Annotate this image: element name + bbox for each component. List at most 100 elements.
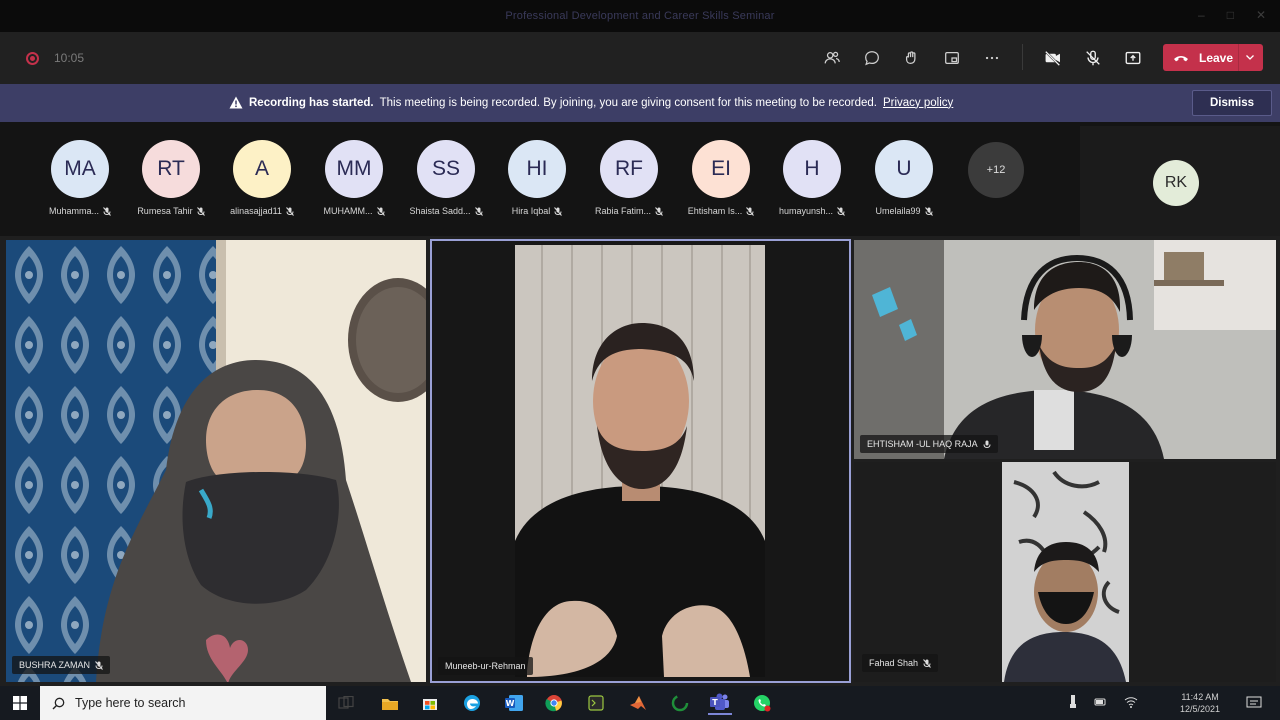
battery-icon[interactable] xyxy=(1094,695,1108,709)
participant-avatar[interactable]: EI Ehtisham Is... xyxy=(676,140,766,216)
participant-avatar[interactable]: MA Muhamma... xyxy=(35,140,125,216)
avatar-initials: SS xyxy=(417,140,475,198)
windows-logo-icon xyxy=(13,696,27,710)
camera-off-icon[interactable] xyxy=(1033,44,1073,72)
windows-start-button[interactable] xyxy=(0,686,40,720)
mic-off-icon xyxy=(95,660,103,670)
participant-name: Hira Iqbal xyxy=(492,206,582,216)
mic-off-icon[interactable] xyxy=(1073,44,1113,72)
toolbar-divider xyxy=(1022,44,1023,70)
avatar-initials: U xyxy=(875,140,933,198)
dismiss-button[interactable]: Dismiss xyxy=(1192,90,1272,116)
participant-name: Muhamma... xyxy=(35,206,125,216)
terminal-app-icon[interactable] xyxy=(584,691,608,715)
recording-banner: Recording has started. This meeting is b… xyxy=(0,84,1280,122)
svg-text:W: W xyxy=(506,699,515,708)
video-tile-center[interactable]: Muneeb-ur-Rehman xyxy=(430,239,851,683)
mic-off-icon xyxy=(837,206,845,216)
privacy-policy-link[interactable]: Privacy policy xyxy=(883,97,953,109)
window-controls: – □ ✕ xyxy=(1198,8,1266,22)
mic-off-icon xyxy=(376,206,385,216)
file-explorer-icon[interactable] xyxy=(378,691,402,715)
rooms-icon[interactable] xyxy=(932,44,972,72)
matlab-icon[interactable] xyxy=(626,691,650,715)
leave-button[interactable]: Leave xyxy=(1163,44,1263,71)
mic-off-icon xyxy=(286,206,294,216)
window-title: Professional Development and Career Skil… xyxy=(505,10,775,22)
title-bar: Professional Development and Career Skil… xyxy=(0,0,1280,32)
video-tile-left[interactable]: BUSHRA ZAMAN xyxy=(6,240,426,682)
mic-off-icon xyxy=(196,206,205,216)
mic-off-icon xyxy=(655,206,663,216)
mic-off-icon xyxy=(746,206,755,216)
usb-icon[interactable] xyxy=(1068,695,1078,709)
participant-avatar[interactable]: Hhumayunsh... xyxy=(767,140,857,216)
chrome-icon[interactable] xyxy=(542,691,566,715)
participant-name: alinasajjad11 xyxy=(217,206,307,216)
avatar-initials: A xyxy=(233,140,291,198)
recording-icon xyxy=(26,52,39,65)
clock[interactable]: 11:42 AM 12/5/2021 xyxy=(1180,691,1220,715)
video-tile-right-top[interactable]: EHTISHAM -UL HAQ RAJA xyxy=(854,240,1276,459)
recording-text: This meeting is being recorded. By joini… xyxy=(379,96,877,109)
participant-name: Rabia Fatim... xyxy=(584,206,674,216)
notifications-icon[interactable] xyxy=(1242,691,1266,715)
search-placeholder: Type here to search xyxy=(75,696,186,710)
edge-icon[interactable] xyxy=(460,691,484,715)
avatar-initials: EI xyxy=(692,140,750,198)
word-icon[interactable]: W xyxy=(502,691,526,715)
search-icon xyxy=(52,697,65,709)
participant-name: Shaista Sadd... xyxy=(401,206,491,216)
more-icon[interactable] xyxy=(972,44,1012,72)
chevron-down-icon[interactable] xyxy=(1245,52,1255,62)
participant-label-right-top: EHTISHAM -UL HAQ RAJA xyxy=(860,435,998,453)
meeting-toolbar: 10:05 xyxy=(0,32,1280,84)
participant-name-text: Shaista Sadd... xyxy=(409,206,471,216)
self-avatar: RK xyxy=(1153,160,1199,206)
participant-avatar[interactable]: MM MUHAMM... xyxy=(309,140,399,216)
avatar-initials: H xyxy=(783,140,841,198)
mic-off-icon xyxy=(474,206,483,216)
participant-name-text: Muhamma... xyxy=(48,206,99,216)
wifi-icon[interactable] xyxy=(1124,695,1138,709)
taskbar: Type here to search W T 11:42 AM 12/5/20… xyxy=(0,686,1280,720)
task-view-icon[interactable] xyxy=(334,691,358,715)
overflow-participants[interactable]: +12 xyxy=(951,142,1041,198)
minimize-button[interactable]: – xyxy=(1198,8,1205,22)
store-icon[interactable] xyxy=(418,691,442,715)
self-view: RK xyxy=(1080,126,1280,236)
chat-icon[interactable] xyxy=(852,44,892,72)
video-tile-right-bottom[interactable]: Fahad Shah xyxy=(854,462,1276,682)
video-feed-center xyxy=(432,241,849,681)
participant-avatar[interactable]: HI Hira Iqbal xyxy=(492,140,582,216)
maximize-button[interactable]: □ xyxy=(1227,8,1234,22)
participant-avatar[interactable]: SS Shaista Sadd... xyxy=(401,140,491,216)
participant-avatar[interactable]: RT Rumesa Tahir xyxy=(126,140,216,216)
clock-time: 11:42 AM xyxy=(1181,692,1219,702)
participant-avatar[interactable]: U Umelaila99 xyxy=(859,140,949,216)
mic-icon xyxy=(983,440,991,448)
share-icon[interactable] xyxy=(1113,44,1153,72)
close-button[interactable]: ✕ xyxy=(1256,8,1266,22)
participant-avatar[interactable]: RF Rabia Fatim... xyxy=(584,140,674,216)
participant-name: Ehtisham Is... xyxy=(676,206,766,216)
taskbar-search[interactable]: Type here to search xyxy=(40,686,326,720)
reactions-icon[interactable] xyxy=(892,44,932,72)
participant-name-text: MUHAMM... xyxy=(323,206,373,216)
video-feed-right-bottom xyxy=(854,462,1276,682)
recording-message: Recording has started. This meeting is b… xyxy=(229,96,953,109)
participant-name-text: Rumesa Tahir xyxy=(137,206,193,216)
participant-avatar[interactable]: Aalinasajjad11 xyxy=(217,140,307,216)
recording-title: Recording has started. xyxy=(249,96,374,109)
participant-name-text: Rabia Fatim... xyxy=(594,206,652,216)
teams-icon[interactable]: T xyxy=(708,691,732,715)
participant-name-text: Hira Iqbal xyxy=(511,206,551,216)
participant-name: humayunsh... xyxy=(767,206,857,216)
people-icon[interactable] xyxy=(812,44,852,72)
tray-icons xyxy=(1068,695,1138,709)
overflow-count: +12 xyxy=(968,142,1024,198)
mic-off-icon xyxy=(554,206,563,216)
participant-name: Rumesa Tahir xyxy=(126,206,216,216)
whatsapp-icon[interactable] xyxy=(750,691,774,715)
loading-app-icon[interactable] xyxy=(668,691,692,715)
